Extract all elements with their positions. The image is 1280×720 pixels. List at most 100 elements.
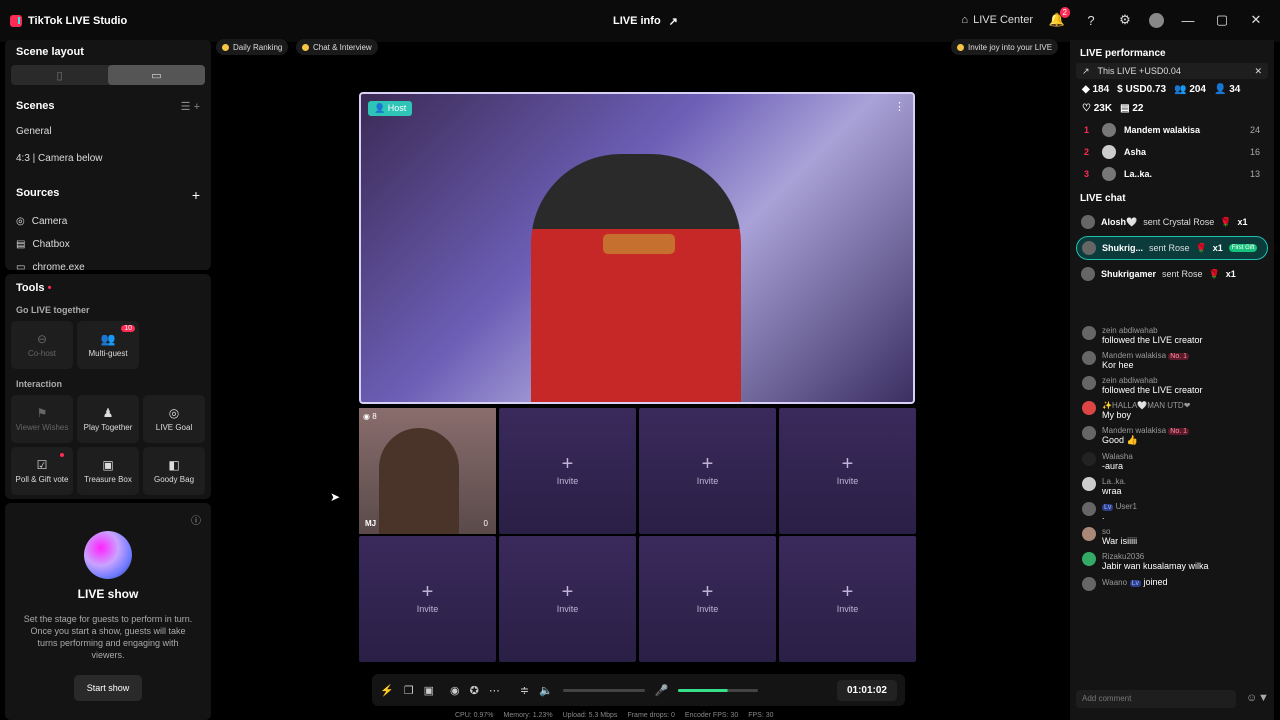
app-title: TikTok LIVE Studio (28, 15, 128, 27)
tiktok-logo-icon (10, 15, 22, 27)
multiguest-button[interactable]: 10 👥 Multi-guest (77, 321, 139, 369)
gift-text: sent Crystal Rose (1143, 217, 1215, 227)
speaker-volume-slider[interactable] (562, 688, 645, 692)
invite-label: Invite (556, 476, 579, 486)
avatar[interactable] (1149, 12, 1164, 28)
notification-bell-icon[interactable]: 🔔 2 (1047, 7, 1070, 30)
close-icon[interactable]: ✕ (1246, 10, 1266, 30)
guest-tile[interactable]: ◉ 8 MJ 0 (359, 408, 496, 534)
add-comment-input[interactable]: Add comment (1076, 690, 1236, 708)
magic-wand-icon[interactable]: ⚡ (380, 684, 394, 697)
encoder-stat: Encoder FPS: 30 (684, 712, 739, 719)
diamond-value: 184 (1092, 84, 1110, 95)
goody-label: Goody Bag (153, 475, 195, 484)
help-icon[interactable]: ⓘ (191, 512, 201, 527)
settings-gear-icon[interactable]: ⚙ (1115, 10, 1135, 30)
multiguest-label: Multi-guest (88, 349, 128, 358)
adjust-icon[interactable]: ≑ (520, 684, 529, 697)
viewer-wishes-button[interactable]: ⚑ Viewer Wishes (11, 395, 73, 443)
live-center-button[interactable]: ⌂ LIVE Center (961, 14, 1033, 26)
cohost-button[interactable]: ⊖ Co-host (11, 321, 73, 369)
live-chat-title: LIVE chat (1080, 193, 1126, 204)
cpu-stat: CPU: 0.97% (455, 712, 494, 719)
new-dot-icon (60, 453, 64, 457)
close-icon[interactable]: ✕ (1254, 66, 1262, 77)
scene-item[interactable]: 4:3 | Camera below (5, 147, 211, 170)
tools-title: Tools • (5, 274, 211, 301)
guest-count-text: 8 (372, 412, 377, 421)
invite-slot[interactable]: + Invite (499, 536, 636, 662)
invite-slot[interactable]: + Invite (499, 408, 636, 534)
minimize-icon[interactable]: — (1178, 10, 1198, 30)
income-banner: ↗ This LIVE +USD0.04 ✕ (1076, 63, 1268, 79)
speaker-icon[interactable]: 🔈 (539, 684, 553, 697)
plus-icon: + (561, 453, 574, 475)
left-panel: Scene layout ▯ ▭ Scenes ☰ + General 4:3 … (5, 40, 211, 499)
portrait-layout-icon[interactable]: ▯ (11, 65, 108, 85)
ranking-row[interactable]: 3 La..ka. 13 (1070, 163, 1274, 185)
invite-slot[interactable]: + Invite (359, 536, 496, 662)
message-user: Mandem walakisa (1102, 351, 1167, 360)
layers-icon[interactable]: ❐ (404, 684, 414, 697)
ranking-row[interactable]: 2 Asha 16 (1070, 141, 1274, 163)
message-text: War isiiiii (1102, 536, 1138, 546)
rank-name: Asha (1124, 147, 1147, 157)
level-badge: Lv (1102, 504, 1114, 511)
cohost-label: Co-host (27, 349, 56, 358)
treasure-box-button[interactable]: ▣ Treasure Box (77, 447, 139, 495)
invite-label: Invite (696, 604, 719, 614)
landscape-layout-icon[interactable]: ▭ (108, 65, 205, 85)
invite-slot[interactable]: + Invite (779, 408, 916, 534)
chat-message: so War isiiiii (1070, 524, 1274, 549)
emoji-icon[interactable]: ☺ (1246, 692, 1257, 704)
avatar (1081, 215, 1095, 229)
link-icon: ⊖ (36, 332, 48, 346)
mic-icon[interactable]: 🎤 (655, 684, 669, 697)
message-user: so (1102, 527, 1111, 536)
poll-button[interactable]: ☑ Poll & Gift vote (11, 447, 73, 495)
invite-label: Invite (836, 476, 859, 486)
live-info-button[interactable]: LIVE info ↗ (613, 15, 678, 28)
plus-icon: + (701, 581, 714, 603)
help-icon[interactable]: ? (1081, 10, 1101, 30)
guest-score: 0 (483, 519, 488, 528)
filter-icon[interactable]: ▼ (1258, 692, 1269, 704)
control-bar: ⚡ ❐ ▣ ◉ ✪ ⋯ ≑ 🔈 🎤 01:01:02 (372, 674, 905, 706)
play-together-button[interactable]: ♟ Play Together (77, 395, 139, 443)
host-video[interactable]: 👤 Host ⋮ (359, 92, 915, 404)
source-camera[interactable]: ◎ Camera (5, 210, 211, 233)
more-icon[interactable]: ⋮ (894, 100, 905, 113)
message-text: Good 👍 (1102, 435, 1138, 445)
scene-item[interactable]: General (5, 120, 211, 143)
record-icon[interactable]: ◉ (450, 684, 460, 697)
live-goal-button[interactable]: ◎ LIVE Goal (143, 395, 205, 443)
maximize-icon[interactable]: ▢ (1212, 10, 1232, 30)
scenes-list-icon[interactable]: ☰ + (181, 100, 200, 113)
add-source-icon[interactable]: + (192, 187, 200, 203)
mic-volume-slider[interactable] (678, 688, 759, 692)
performance-title: LIVE performance (1080, 48, 1166, 59)
goody-bag-button[interactable]: ◧ Goody Bag (143, 447, 205, 495)
chat-interview-label: Chat & Interview (313, 42, 372, 52)
invite-label: Invite (416, 604, 439, 614)
more-dots-icon[interactable]: ⋯ (489, 684, 500, 697)
daily-ranking-button[interactable]: Daily Ranking (216, 39, 289, 55)
scenes-header: Scenes ☰ + (5, 93, 211, 120)
invite-slot[interactable]: + Invite (639, 536, 776, 662)
ranking-row[interactable]: 1 Mandem walakisa 24 (1070, 119, 1274, 141)
invite-slot[interactable]: + Invite (639, 408, 776, 534)
invite-joy-button[interactable]: Invite joy into your LIVE (951, 39, 1059, 55)
rose-icon: 🌹 (1208, 268, 1220, 279)
message-text: Kor hee (1102, 360, 1134, 370)
metrics-row: ◆ 184 $ USD0.73 👥 204 👤 34 ♡ 23K ▤ 22 (1070, 79, 1274, 119)
source-chatbox[interactable]: ▤ Chatbox (5, 233, 211, 256)
screen-icon[interactable]: ▣ (424, 684, 434, 697)
invite-slot[interactable]: + Invite (779, 536, 916, 662)
chat-interview-button[interactable]: Chat & Interview (296, 39, 378, 55)
message-user: La..ka. (1102, 477, 1127, 486)
start-show-button[interactable]: Start show (73, 675, 143, 701)
tools-panel: Tools • Go LIVE together ⊖ Co-host 10 👥 Mul… (5, 274, 211, 499)
gift-item-highlighted: Shukrig... sent Rose 🌹 x1 First Gift (1076, 236, 1268, 260)
effects-icon[interactable]: ✪ (470, 684, 479, 697)
gifters-value: 22 (1132, 103, 1144, 114)
